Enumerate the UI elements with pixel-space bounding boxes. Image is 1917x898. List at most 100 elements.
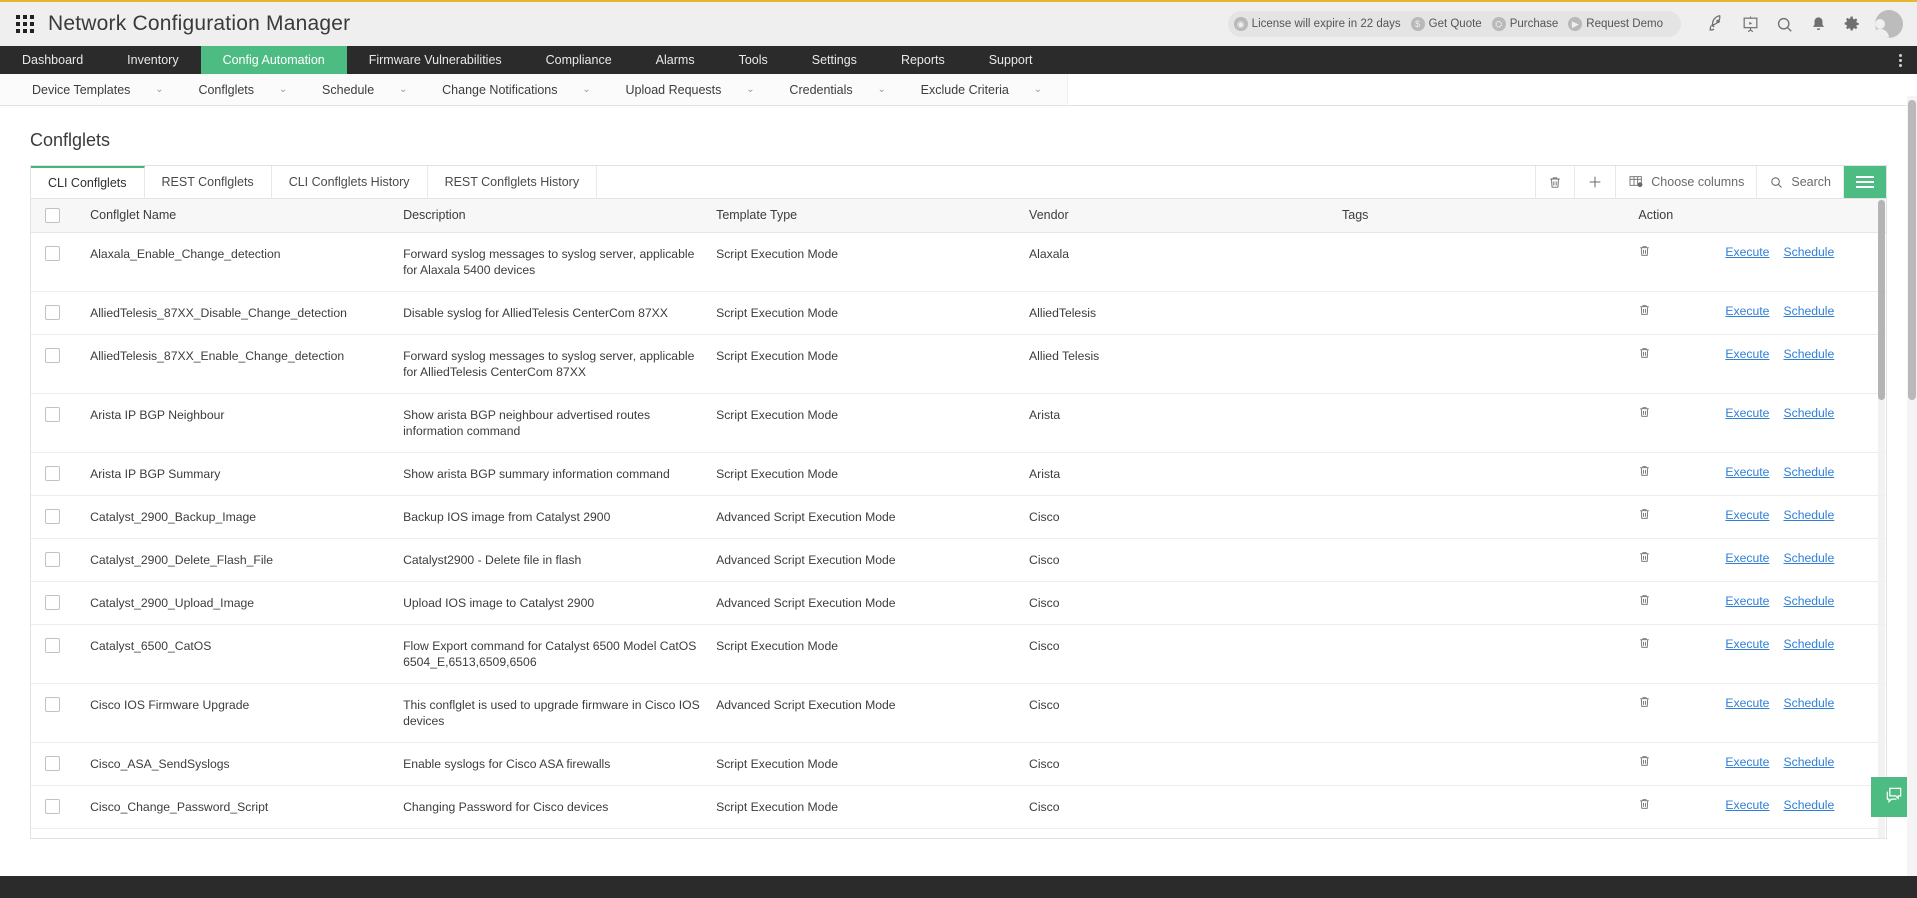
cell-conflglet-name[interactable]: Alaxala_Enable_Change_detection [82, 232, 396, 292]
execute-link[interactable]: Execute [1725, 464, 1769, 480]
nav-item-tools[interactable]: Tools [717, 46, 790, 74]
row-delete-icon[interactable] [1638, 346, 1651, 362]
nav-overflow-icon[interactable] [1883, 46, 1917, 74]
search-button[interactable]: Search [1757, 166, 1844, 198]
header-template-type[interactable]: Template Type [708, 199, 1022, 233]
subnav-item-upload-requests[interactable]: Upload Requests [612, 83, 736, 97]
gear-icon[interactable] [1835, 7, 1869, 41]
delete-button[interactable] [1536, 166, 1576, 198]
schedule-link[interactable]: Schedule [1783, 636, 1834, 652]
table-row[interactable]: AlliedTelesis_87XX_Enable_Change_detecti… [31, 334, 1886, 394]
chevron-down-icon-credentials[interactable]: ⌄ [871, 84, 893, 95]
table-row[interactable]: Arista IP BGP Summary Show arista BGP sum… [31, 452, 1886, 496]
nav-item-support[interactable]: Support [967, 46, 1055, 74]
nav-item-config-automation[interactable]: Config Automation [200, 46, 347, 74]
bell-icon[interactable] [1801, 7, 1835, 41]
header-vendor[interactable]: Vendor [1021, 199, 1335, 233]
get-quote-item[interactable]: $ Get Quote [1410, 17, 1488, 31]
schedule-link[interactable]: Schedule [1783, 550, 1834, 566]
cell-conflglet-name[interactable]: Arista IP BGP Neighbour [82, 393, 396, 453]
row-delete-icon[interactable] [1638, 754, 1651, 770]
cell-conflglet-name[interactable]: Catalyst_2900_Upload_Image [82, 581, 396, 625]
cell-conflglet-name[interactable]: Catalyst_2900_Backup_Image [82, 495, 396, 539]
nav-item-inventory[interactable]: Inventory [105, 46, 200, 74]
table-row[interactable]: Catalyst_2900_Upload_Image Upload IOS ima… [31, 581, 1886, 625]
user-avatar[interactable] [1875, 10, 1903, 38]
schedule-link[interactable]: Schedule [1783, 754, 1834, 770]
cell-conflglet-name[interactable]: Catalyst_2900_Delete_Flash_File [82, 538, 396, 582]
subnav-item-schedule[interactable]: Schedule [308, 83, 388, 97]
cell-conflglet-name[interactable]: AlliedTelesis_87XX_Enable_Change_detecti… [82, 334, 396, 394]
schedule-link[interactable]: Schedule [1783, 405, 1834, 421]
table-row[interactable]: Arista IP BGP Neighbour Show arista BGP n… [31, 393, 1886, 453]
chevron-down-icon-upload-requests[interactable]: ⌄ [739, 84, 761, 95]
row-checkbox[interactable] [45, 347, 60, 363]
chevron-down-icon-device-templates[interactable]: ⌄ [148, 84, 170, 95]
cell-conflglet-name[interactable]: Catalyst_6500_CatOS [82, 624, 396, 684]
license-expiry-item[interactable]: ◉ License will expire in 22 days [1233, 17, 1407, 31]
row-delete-icon[interactable] [1638, 797, 1651, 813]
table-row[interactable]: Alaxala_Enable_Change_detection Forward s… [31, 232, 1886, 292]
execute-link[interactable]: Execute [1725, 695, 1769, 711]
purchase-item[interactable]: ⛭ Purchase [1491, 17, 1565, 31]
execute-link[interactable]: Execute [1725, 550, 1769, 566]
schedule-link[interactable]: Schedule [1783, 244, 1834, 260]
table-scrollbar-thumb[interactable] [1878, 200, 1885, 400]
schedule-link[interactable]: Schedule [1783, 593, 1834, 609]
row-checkbox[interactable] [45, 465, 60, 481]
cell-conflglet-name[interactable]: Arista IP BGP Summary [82, 452, 396, 496]
chevron-down-icon-change-notifications[interactable]: ⌄ [576, 84, 598, 95]
header-conflglet-name[interactable]: Conflglet Name [82, 199, 396, 233]
row-checkbox[interactable] [45, 406, 60, 422]
schedule-link[interactable]: Schedule [1783, 464, 1834, 480]
row-checkbox[interactable] [45, 594, 60, 610]
chevron-down-icon-schedule[interactable]: ⌄ [392, 84, 414, 95]
request-demo-item[interactable]: ▶ Request Demo [1568, 17, 1669, 31]
schedule-link[interactable]: Schedule [1783, 797, 1834, 813]
subnav-item-conflglets[interactable]: Conflglets [184, 83, 268, 97]
row-delete-icon[interactable] [1638, 507, 1651, 523]
schedule-link[interactable]: Schedule [1783, 695, 1834, 711]
tab-rest-conflglets-history[interactable]: REST Conflglets History [428, 166, 598, 198]
execute-link[interactable]: Execute [1725, 244, 1769, 260]
row-checkbox[interactable] [45, 696, 60, 712]
tab-cli-conflglets[interactable]: CLI Conflglets [31, 166, 145, 198]
row-delete-icon[interactable] [1638, 405, 1651, 421]
row-checkbox[interactable] [45, 304, 60, 320]
cell-conflglet-name[interactable]: AlliedTelesis_87XX_Disable_Change_detect… [82, 291, 396, 335]
nav-item-dashboard[interactable]: Dashboard [0, 46, 105, 74]
execute-link[interactable]: Execute [1725, 303, 1769, 319]
header-tags[interactable]: Tags [1334, 199, 1631, 233]
table-row[interactable]: Catalyst_6500_CatOS Flow Export command f… [31, 624, 1886, 684]
schedule-link[interactable]: Schedule [1783, 303, 1834, 319]
nav-item-firmware-vulnerabilities[interactable]: Firmware Vulnerabilities [347, 46, 524, 74]
row-delete-icon[interactable] [1638, 636, 1651, 652]
execute-link[interactable]: Execute [1725, 405, 1769, 421]
row-delete-icon[interactable] [1638, 550, 1651, 566]
table-row[interactable]: Cisco_Change_Password_Script Changing Pas… [31, 785, 1886, 829]
table-row[interactable]: Cisco_ASA_SendSyslogs Enable syslogs for … [31, 742, 1886, 786]
table-row[interactable]: Catalyst_2900_Delete_Flash_File Catalyst2… [31, 538, 1886, 582]
subnav-item-credentials[interactable]: Credentials [775, 83, 866, 97]
presentation-icon[interactable] [1733, 7, 1767, 41]
apps-grid-icon[interactable] [16, 15, 34, 33]
row-checkbox[interactable] [45, 551, 60, 567]
hamburger-menu-icon[interactable] [1844, 166, 1886, 198]
table-row[interactable]: AlliedTelesis_87XX_Disable_Change_detect… [31, 291, 1886, 335]
execute-link[interactable]: Execute [1725, 593, 1769, 609]
row-checkbox[interactable] [45, 508, 60, 524]
row-delete-icon[interactable] [1638, 244, 1651, 260]
execute-link[interactable]: Execute [1725, 797, 1769, 813]
nav-item-reports[interactable]: Reports [879, 46, 967, 74]
execute-link[interactable]: Execute [1725, 507, 1769, 523]
row-checkbox[interactable] [45, 798, 60, 814]
subnav-item-exclude-criteria[interactable]: Exclude Criteria [907, 83, 1023, 97]
subnav-item-device-templates[interactable]: Device Templates [18, 83, 144, 97]
tab-cli-conflglets-history[interactable]: CLI Conflglets History [272, 166, 428, 198]
cell-conflglet-name[interactable]: Cisco IOS Firmware Upgrade [82, 683, 396, 743]
cell-conflglet-name[interactable]: Cisco_PIX_ASA_7_x_Forward_Syslog_Script [82, 828, 396, 838]
nav-item-alarms[interactable]: Alarms [634, 46, 717, 74]
nav-item-compliance[interactable]: Compliance [524, 46, 634, 74]
page-scrollbar-thumb[interactable] [1908, 100, 1916, 400]
chevron-down-icon-conflglets[interactable]: ⌄ [272, 84, 294, 95]
